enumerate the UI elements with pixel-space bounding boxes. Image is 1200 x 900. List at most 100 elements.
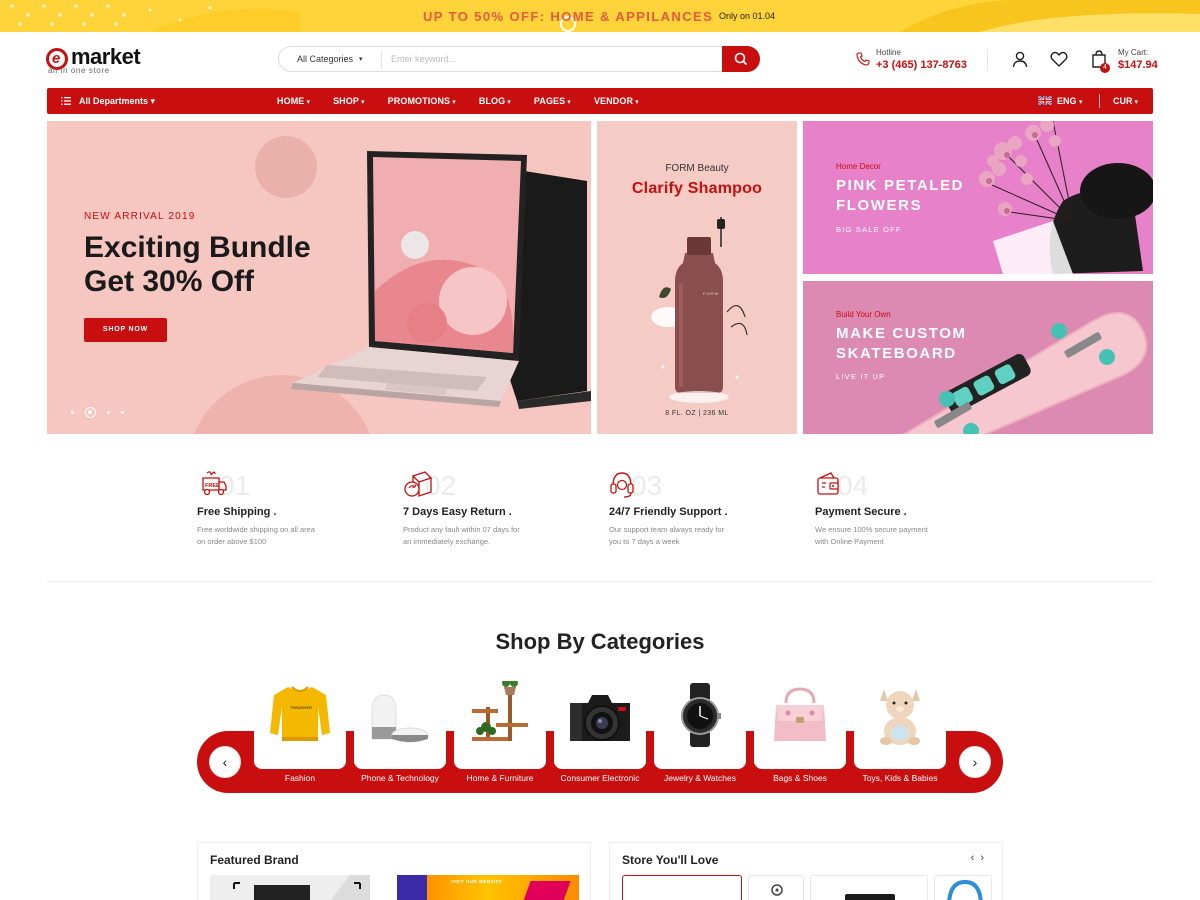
feature-title: 24/7 Friendly Support . — [609, 506, 728, 518]
cart-label: My Cart: — [1118, 48, 1149, 57]
categories-next-button[interactable]: › — [959, 746, 991, 778]
slider-dot[interactable] — [121, 411, 124, 414]
category-card-bags-shoes[interactable] — [754, 681, 846, 769]
category-label[interactable]: Home & Furniture — [450, 773, 550, 783]
nav-item-pages[interactable]: PAGES — [534, 96, 571, 106]
search-icon — [734, 52, 747, 65]
nav-item-promotions[interactable]: PROMOTIONS — [388, 96, 456, 106]
chevron-left-icon[interactable]: ‹ — [971, 852, 981, 864]
nav-item-blog[interactable]: BLOG — [479, 96, 511, 106]
chevron-right-icon[interactable]: › — [980, 852, 990, 864]
category-card-home-furniture[interactable] — [454, 681, 546, 769]
hero-shampoo-banner[interactable]: FORM Beauty Clarify Shampoo FORM 8 FL. O… — [597, 121, 797, 434]
uk-flag-icon — [1038, 96, 1052, 105]
promo-bar[interactable]: UP TO 50% OFF: HOME & APPILANCES Only on… — [0, 0, 1200, 32]
heart-icon[interactable] — [1050, 51, 1068, 67]
banner-eyebrow: Home Decor — [836, 162, 881, 171]
promo-text[interactable]: UP TO 50% OFF: HOME & APPILANCES — [423, 9, 713, 24]
language-label: ENG — [1057, 96, 1077, 106]
promo-date: Only on 01.04 — [719, 11, 776, 21]
watch-image — [681, 683, 721, 747]
category-label[interactable]: Toys, Kids & Babies — [850, 773, 950, 783]
menu-icon — [61, 97, 71, 105]
shampoo-bottle-image: FORM — [651, 217, 748, 403]
flowers-image — [979, 121, 1153, 274]
store-card[interactable] — [934, 875, 992, 900]
categories-prev-button[interactable]: ‹ — [209, 746, 241, 778]
secure-wallet-icon — [817, 472, 839, 495]
featured-brand-panel: Featured Brand VISIT OUR WEBSITE — [197, 842, 591, 900]
search-button[interactable] — [722, 46, 760, 72]
user-icon[interactable] — [1011, 50, 1029, 68]
all-departments-button[interactable]: All Departments ▾ — [61, 96, 155, 107]
category-card-toys-kids-babies[interactable] — [854, 681, 946, 769]
slider-dot[interactable] — [71, 411, 74, 414]
chevron-down-icon: ▾ — [359, 56, 363, 63]
store-card[interactable] — [748, 875, 804, 900]
store-product-image — [771, 884, 783, 896]
logo-tagline: all in one store — [48, 66, 110, 75]
store-card[interactable] — [810, 875, 928, 900]
nav-item-home[interactable]: HOME — [277, 96, 310, 106]
return-box-icon — [404, 471, 433, 497]
feature-description: Our support team always ready for you to… — [609, 525, 725, 546]
hero-flowers-banner[interactable]: Home Decor PINK PETALED FLOWERS BIG SALE… — [803, 121, 1153, 274]
search-input[interactable] — [391, 50, 711, 68]
category-card-fashion[interactable]: THRASHER — [254, 681, 346, 769]
hero-title: Exciting Bundle Get 30% Off — [84, 231, 311, 298]
hero-skateboard-banner[interactable]: Build Your Own MAKE CUSTOM SKATEBOARD LI… — [803, 281, 1153, 434]
nav-item-vendor[interactable]: VENDOR — [594, 96, 639, 106]
shelf-plant-image — [472, 681, 528, 741]
banner-eyebrow: Build Your Own — [836, 310, 891, 319]
hero-main-banner[interactable]: NEW ARRIVAL 2019 Exciting Bundle Get 30%… — [47, 121, 591, 434]
logo[interactable]: e market all in one store — [46, 44, 156, 76]
banner-stripe — [397, 875, 427, 900]
search-category-select[interactable]: All Categories — [297, 54, 353, 64]
category-label[interactable]: Bags & Shoes — [750, 773, 850, 783]
store-panel: Store You'll Love ‹› — [609, 842, 1003, 900]
svg-text:THRASHER: THRASHER — [290, 705, 312, 710]
teddy-bear-image — [880, 689, 920, 745]
category-card-jewelry-watches[interactable] — [654, 681, 746, 769]
confetti-decoration — [10, 4, 300, 32]
bottle-label-text: FORM — [703, 291, 719, 296]
banner-shape — [523, 881, 571, 900]
all-departments-label: All Departments — [79, 96, 149, 106]
category-label[interactable]: Fashion — [250, 773, 350, 783]
brand-tile[interactable] — [210, 875, 370, 900]
cart-total[interactable]: $147.94 — [1118, 59, 1158, 71]
category-label[interactable]: Jewelry & Watches — [650, 773, 750, 783]
category-card-phone-technology[interactable] — [354, 681, 446, 769]
chevron-left-icon: ‹ — [222, 754, 228, 770]
shop-now-button[interactable]: SHOP NOW — [84, 318, 167, 342]
headphones-image — [947, 879, 983, 900]
nav-item-shop[interactable]: SHOP — [333, 96, 365, 106]
banner-size: 8 FL. OZ | 236 ML — [665, 410, 729, 417]
handbag-image — [774, 687, 826, 741]
nav-menu: HOME SHOP PROMOTIONS BLOG PAGES VENDOR — [277, 96, 662, 106]
slider-dot[interactable] — [107, 411, 110, 414]
store-card-active[interactable] — [622, 875, 742, 900]
slider-dots — [71, 407, 135, 418]
hero-eyebrow: NEW ARRIVAL 2019 — [84, 211, 196, 222]
brand-banner-tile[interactable]: VISIT OUR WEBSITE — [397, 875, 579, 900]
category-label[interactable]: Consumer Electronic — [550, 773, 650, 783]
hotline-number[interactable]: +3 (465) 137-8763 — [876, 59, 967, 71]
slider-dot-active[interactable] — [85, 407, 96, 418]
search-bar: All Categories ▾ — [278, 46, 760, 72]
chevron-right-icon: › — [972, 754, 978, 770]
banner-sub: LIVE IT UP — [836, 372, 886, 381]
store-pager: ‹› — [971, 852, 990, 864]
camera-image — [570, 695, 630, 741]
store-product-image — [845, 894, 895, 900]
feature-title: 7 Days Easy Return . — [403, 506, 512, 518]
category-card-consumer-electronic[interactable] — [554, 681, 646, 769]
category-label[interactable]: Phone & Technology — [350, 773, 450, 783]
language-select[interactable]: ENG — [1038, 96, 1083, 106]
smart-speaker-image — [371, 694, 429, 743]
hotline-label: Hotline — [876, 48, 901, 57]
banner-title: MAKE CUSTOM SKATEBOARD — [836, 325, 967, 362]
feature-description: Free worldwide shipping on all area on o… — [197, 525, 315, 546]
currency-select[interactable]: CUR — [1113, 96, 1138, 106]
free-truck-icon: FREE — [202, 471, 227, 496]
